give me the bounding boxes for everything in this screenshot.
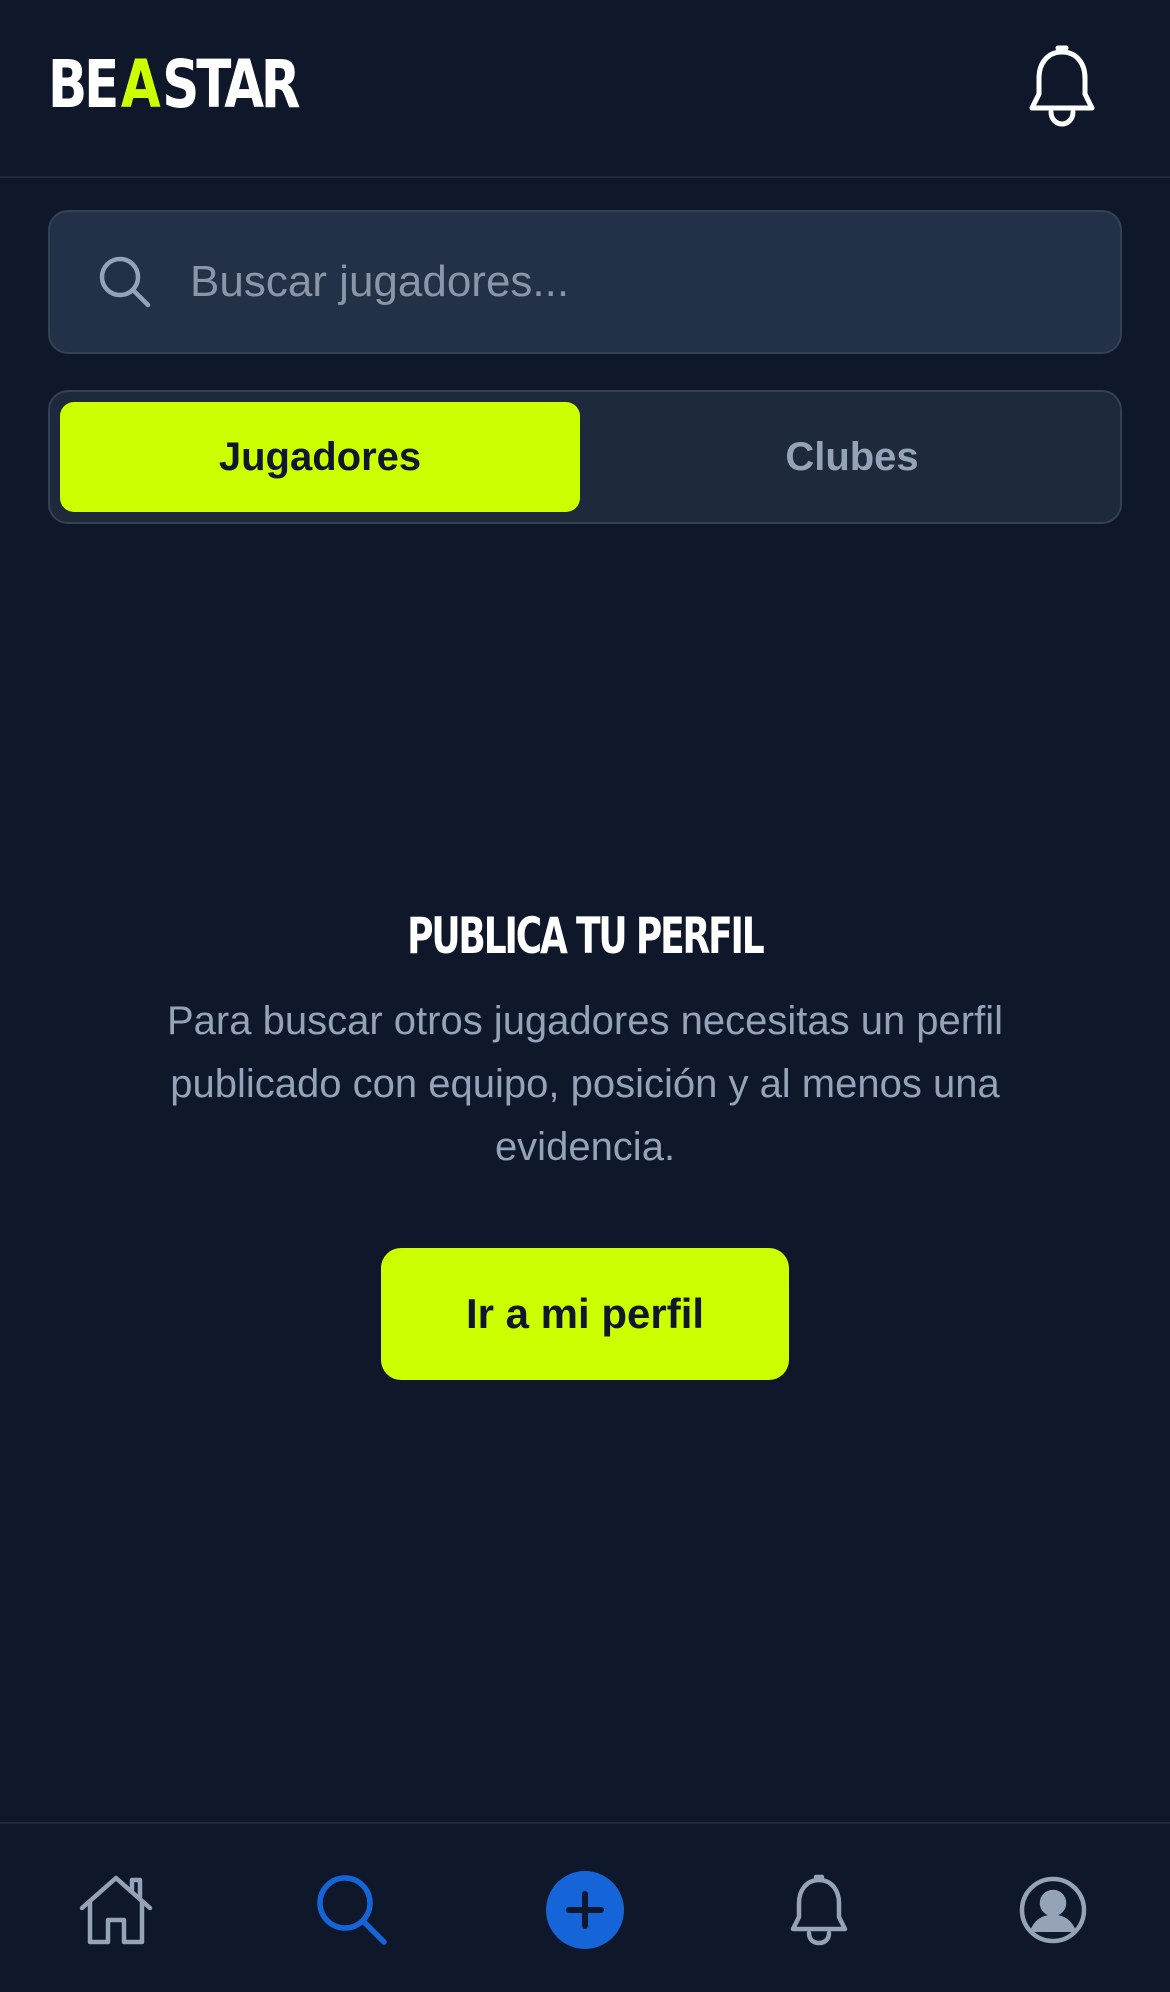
bottom-nav (0, 1822, 1170, 1992)
logo-part-be: BE (48, 46, 119, 123)
nav-home[interactable] (76, 1870, 156, 1950)
tab-jugadores[interactable]: Jugadores (60, 402, 580, 512)
nav-profile[interactable] (1013, 1870, 1093, 1950)
bell-icon (1029, 45, 1095, 127)
plus-icon (546, 1871, 624, 1949)
go-to-profile-button[interactable]: Ir a mi perfil (381, 1248, 789, 1380)
empty-state-description: Para buscar otros jugadores necesitas un… (166, 999, 1003, 1169)
search-icon (317, 1875, 387, 1945)
search-input[interactable] (188, 241, 1120, 323)
logo-part-a: A (120, 46, 161, 123)
empty-state-title-text: PUBLICA TU PERFIL (407, 907, 765, 965)
search-icon (96, 253, 154, 311)
notifications-button[interactable] (1020, 40, 1104, 132)
logo-part-star: STAR (162, 46, 300, 123)
empty-state-title: PUBLICA TU PERFIL (0, 908, 1170, 964)
segmented-tabs: Jugadores Clubes (48, 390, 1122, 524)
bell-icon (790, 1874, 848, 1946)
nav-notifications[interactable] (779, 1870, 859, 1950)
nav-create[interactable] (545, 1870, 625, 1950)
nav-search[interactable] (312, 1870, 392, 1950)
app-header: BE A STAR (0, 0, 1170, 178)
user-icon (1019, 1876, 1087, 1944)
app-logo: BE A STAR (48, 46, 301, 123)
search-bar[interactable] (48, 210, 1122, 354)
home-icon (79, 1875, 153, 1945)
tab-clubes[interactable]: Clubes (592, 402, 1112, 512)
